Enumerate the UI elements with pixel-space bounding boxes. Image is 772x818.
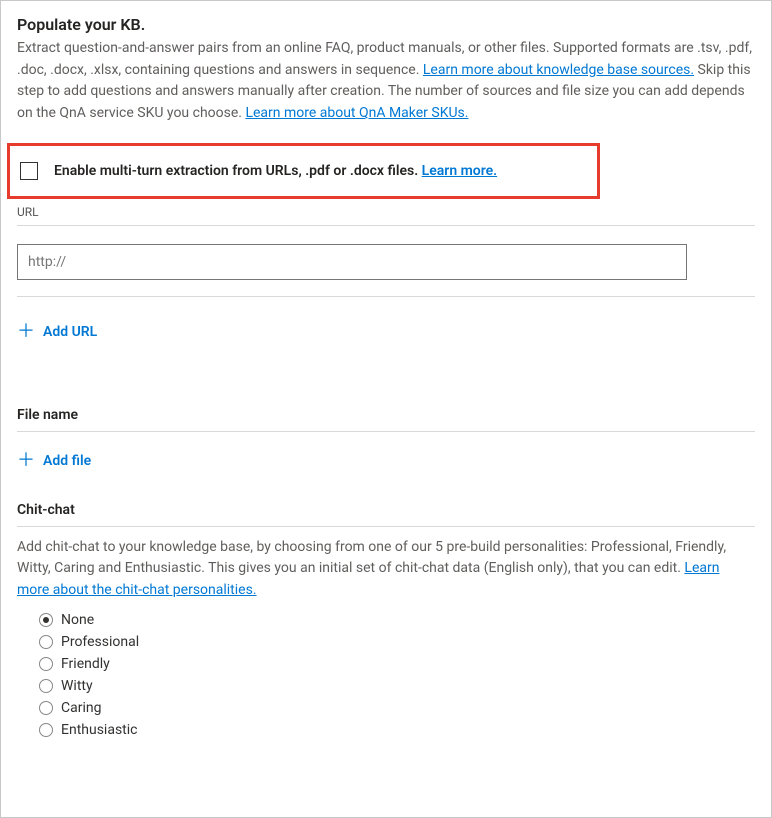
page-title: Populate your KB. — [17, 15, 755, 34]
radio-label: None — [61, 612, 94, 628]
populate-kb-panel: Populate your KB. Extract question-and-a… — [0, 0, 772, 818]
url-divider — [17, 225, 755, 226]
multi-turn-highlight: Enable multi-turn extraction from URLs, … — [7, 143, 600, 199]
chit-chat-radio-professional[interactable]: Professional — [39, 634, 755, 650]
radio-label: Professional — [61, 634, 139, 650]
multi-turn-label-text: Enable multi-turn extraction from URLs, … — [54, 163, 422, 179]
radio-icon — [39, 635, 53, 649]
url-input[interactable] — [17, 244, 687, 280]
add-url-label: Add URL — [43, 324, 97, 340]
add-file-button[interactable]: ＋ Add file — [17, 446, 91, 476]
chit-chat-description: Add chit-chat to your knowledge base, by… — [17, 537, 755, 602]
learn-skus-link[interactable]: Learn more about QnA Maker SKUs. — [245, 105, 468, 121]
url-field-label: URL — [17, 205, 755, 219]
radio-icon — [39, 657, 53, 671]
file-name-label: File name — [17, 407, 755, 423]
add-url-button[interactable]: ＋ Add URL — [17, 317, 97, 347]
plus-icon: ＋ — [17, 452, 35, 470]
chit-chat-radio-witty[interactable]: Witty — [39, 678, 755, 694]
file-divider — [17, 431, 755, 432]
radio-label: Enthusiastic — [61, 722, 137, 738]
radio-icon — [39, 723, 53, 737]
chit-chat-radio-caring[interactable]: Caring — [39, 700, 755, 716]
add-file-label: Add file — [43, 453, 91, 469]
chit-chat-radio-group: None Professional Friendly Witty Caring Enthu… — [17, 612, 755, 738]
learn-kb-sources-link[interactable]: Learn more about knowledge base sources. — [423, 62, 694, 78]
radio-label: Caring — [61, 700, 101, 716]
chit-chat-heading: Chit-chat — [17, 502, 755, 518]
radio-label: Friendly — [61, 656, 110, 672]
chit-chat-desc-text: Add chit-chat to your knowledge base, by… — [17, 539, 726, 577]
chit-chat-radio-friendly[interactable]: Friendly — [39, 656, 755, 672]
radio-icon — [39, 613, 53, 627]
plus-icon: ＋ — [17, 323, 35, 341]
url-divider-2 — [17, 296, 755, 297]
chitchat-divider — [17, 526, 755, 527]
multi-turn-learn-more-link[interactable]: Learn more. — [422, 163, 497, 179]
radio-icon — [39, 679, 53, 693]
chit-chat-radio-none[interactable]: None — [39, 612, 755, 628]
chit-chat-radio-enthusiastic[interactable]: Enthusiastic — [39, 722, 755, 738]
page-description: Extract question-and-answer pairs from a… — [17, 38, 755, 125]
radio-icon — [39, 701, 53, 715]
multi-turn-checkbox[interactable] — [20, 162, 38, 180]
multi-turn-label: Enable multi-turn extraction from URLs, … — [54, 163, 497, 179]
radio-label: Witty — [61, 678, 93, 694]
